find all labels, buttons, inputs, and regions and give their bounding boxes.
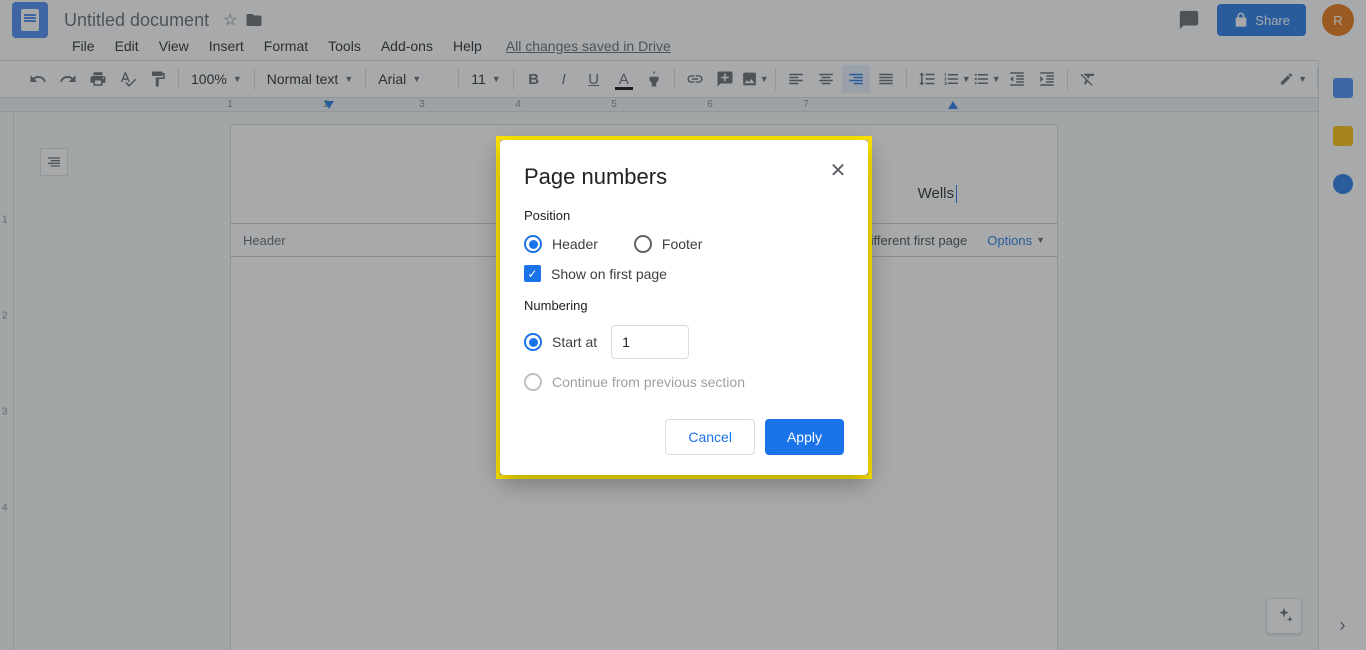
position-footer-radio[interactable]: Footer (634, 235, 702, 253)
start-at-radio[interactable]: Start at (524, 333, 597, 351)
radio-selected-icon (524, 333, 542, 351)
radio-label: Footer (662, 236, 702, 252)
position-section-label: Position (524, 208, 844, 223)
radio-selected-icon (524, 235, 542, 253)
position-header-radio[interactable]: Header (524, 235, 598, 253)
apply-button[interactable]: Apply (765, 419, 844, 455)
page-numbers-dialog: Page numbers ✕ Position Header Footer ✓ … (500, 140, 868, 475)
continue-previous-radio: Continue from previous section (524, 373, 844, 391)
show-first-page-checkbox[interactable]: ✓ Show on first page (524, 265, 844, 282)
radio-label: Header (552, 236, 598, 252)
radio-icon (634, 235, 652, 253)
numbering-section-label: Numbering (524, 298, 844, 313)
checkbox-checked-icon: ✓ (524, 265, 541, 282)
dialog-title: Page numbers (524, 164, 844, 190)
cancel-button[interactable]: Cancel (665, 419, 755, 455)
close-button[interactable]: ✕ (826, 158, 850, 182)
checkbox-label: Show on first page (551, 266, 667, 282)
radio-label: Continue from previous section (552, 374, 745, 390)
radio-disabled-icon (524, 373, 542, 391)
radio-label: Start at (552, 334, 597, 350)
start-at-input[interactable] (611, 325, 689, 359)
